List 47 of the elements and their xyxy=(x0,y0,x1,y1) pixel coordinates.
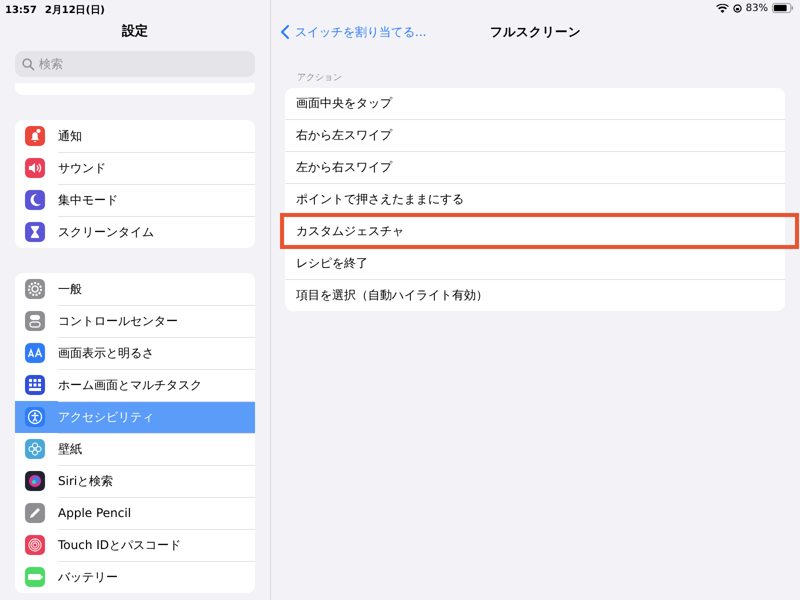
orb-icon xyxy=(25,471,45,491)
chevron-left-icon xyxy=(281,25,289,39)
settings-item[interactable]: 通知 xyxy=(15,120,255,152)
moon-icon xyxy=(25,190,45,210)
settings-item[interactable]: 画面表示と明るさ xyxy=(15,337,255,369)
action-item[interactable]: 項目を選択（自動ハイライト有効） xyxy=(285,279,785,311)
settings-item[interactable]: スクリーンタイム xyxy=(15,216,255,248)
sidebar-title: 設定 xyxy=(120,22,149,41)
gear-icon xyxy=(25,279,45,299)
action-item[interactable]: カスタムジェスチャ xyxy=(282,215,797,247)
settings-item[interactable]: 集中モード xyxy=(15,184,255,216)
battery-icon xyxy=(25,567,45,587)
battery-percent: 83% xyxy=(746,2,768,14)
section-header: アクション xyxy=(296,72,343,85)
status-date: 2月12日(日) xyxy=(44,4,105,17)
search-icon xyxy=(22,58,35,71)
settings-item[interactable]: Siriと検索 xyxy=(15,465,255,497)
back-link[interactable]: スイッチを割り当てる... xyxy=(281,24,426,40)
hourglass-icon xyxy=(25,222,45,242)
status-time: 13:57 xyxy=(5,4,37,16)
action-item[interactable]: 左から右スワイプ xyxy=(285,151,785,183)
flower-icon xyxy=(25,439,45,459)
wifi-icon xyxy=(716,4,729,12)
toggles-icon xyxy=(25,311,45,331)
search-field[interactable]: 検索 xyxy=(15,51,255,77)
action-item[interactable]: レシピを終了 xyxy=(285,247,785,279)
settings-item[interactable]: コントロールセンター xyxy=(15,305,255,337)
page-title: フルスクリーン xyxy=(490,24,581,40)
bell-icon xyxy=(25,126,45,146)
action-item[interactable]: 画面中央をタップ xyxy=(285,88,785,119)
action-item[interactable]: 右から左スワイプ xyxy=(285,119,785,151)
pencil-icon xyxy=(25,503,45,523)
settings-item[interactable]: 壁紙 xyxy=(15,433,255,465)
app-grid-icon xyxy=(25,375,45,395)
accessibility-icon xyxy=(25,407,45,427)
settings-item[interactable]: 一般 xyxy=(15,273,255,305)
battery-icon xyxy=(772,3,794,13)
settings-item[interactable]: ホーム画面とマルチタスク xyxy=(15,369,255,401)
settings-item[interactable]: Apple Pencil xyxy=(15,497,255,529)
text-size-icon xyxy=(25,343,45,363)
settings-item[interactable]: バッテリー xyxy=(15,561,255,593)
fingerprint-icon xyxy=(25,535,45,555)
settings-item[interactable]: サウンド xyxy=(15,152,255,184)
settings-item[interactable]: Touch IDとパスコード xyxy=(15,529,255,561)
speaker-icon xyxy=(25,158,45,178)
action-item[interactable]: ポイントで押さえたままにする xyxy=(285,183,785,215)
rotation-lock-icon xyxy=(732,4,742,12)
